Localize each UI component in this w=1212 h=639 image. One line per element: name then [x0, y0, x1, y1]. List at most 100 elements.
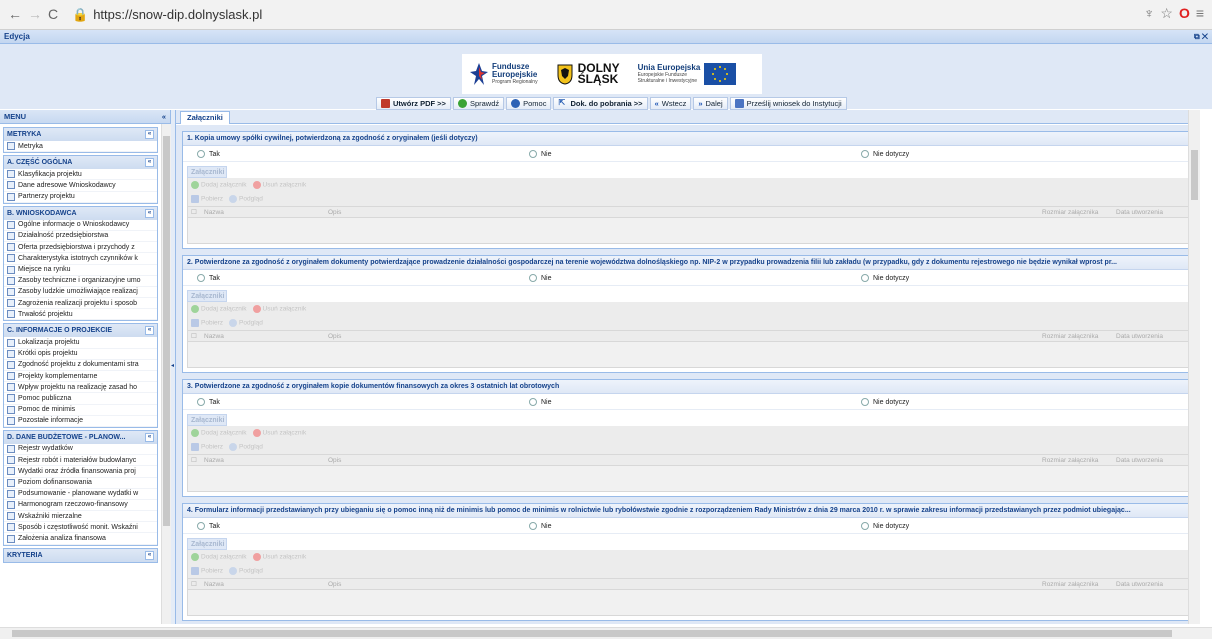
sidebar-item[interactable]: Poziom dofinansowania — [4, 478, 157, 489]
horizontal-scrollbar[interactable] — [0, 627, 1212, 639]
column-name[interactable]: Nazwa — [204, 207, 224, 218]
radio-circle-icon[interactable] — [861, 274, 869, 282]
sidebar-item[interactable]: Projekty komplementarne — [4, 371, 157, 383]
add-attachment-button[interactable]: Dodaj załącznik — [191, 429, 247, 437]
sidebar-item[interactable]: Sposób i częstotliwość monit. Wskaźni — [4, 522, 157, 534]
sidebar-section-title[interactable]: B. WNIOSKODAWCA « — [4, 206, 157, 220]
radio-circle-icon[interactable] — [861, 522, 869, 530]
radio-circle-icon[interactable] — [197, 150, 205, 158]
column-description[interactable]: Opis — [328, 207, 341, 218]
remove-attachment-button[interactable]: Usuń załącznik — [252, 181, 306, 189]
remove-attachment-button[interactable]: Usuń załącznik — [252, 553, 306, 561]
sidebar-item[interactable]: Klasyfikacja projektu — [4, 169, 157, 181]
column-date[interactable]: Data utworzenia — [1116, 455, 1163, 466]
sidebar-item[interactable]: Lokalizacja projektu — [4, 337, 157, 349]
sidebar-section-title[interactable]: METRYKA « — [4, 128, 157, 141]
attachments-subtab[interactable]: Załączniki — [187, 414, 227, 426]
sidebar-item[interactable]: Zgodność projektu z dokumentami stra — [4, 360, 157, 371]
sidebar-item[interactable]: Pomoc publiczna — [4, 393, 157, 405]
splitter-arrow-icon[interactable]: ◂ — [171, 362, 174, 369]
sidebar-item[interactable]: Pomoc de minimis — [4, 405, 157, 416]
radio-yes[interactable]: Tak — [197, 522, 220, 530]
sidebar-item[interactable]: Krótki opis projektu — [4, 349, 157, 360]
download-attachment-button[interactable]: Pobierz — [191, 443, 223, 451]
check-button[interactable]: Sprawdź — [452, 96, 505, 110]
section-toggle-icon[interactable]: « — [145, 326, 154, 336]
add-attachment-button[interactable]: Dodaj załącznik — [191, 553, 247, 561]
radio-circle-icon[interactable] — [861, 150, 869, 158]
radio-no[interactable]: Nie — [529, 398, 552, 406]
download-attachment-button[interactable]: Pobierz — [191, 319, 223, 327]
radio-circle-icon[interactable] — [197, 522, 205, 530]
radio-yes[interactable]: Tak — [197, 150, 220, 158]
sidebar-section-title[interactable]: KRYTERIA « — [4, 548, 157, 562]
attachments-subtab[interactable]: Załączniki — [187, 538, 227, 550]
sidebar-item[interactable]: Rejestr robót i materiałów budowlanyc — [4, 455, 157, 467]
radio-yes[interactable]: Tak — [197, 398, 220, 406]
radio-not-applicable[interactable]: Nie dotyczy — [861, 150, 909, 158]
preview-attachment-button[interactable]: Podgląd — [229, 567, 263, 575]
download-attachment-button[interactable]: Pobierz — [191, 195, 223, 203]
radio-circle-icon[interactable] — [197, 274, 205, 282]
sidebar-item[interactable]: Trwałość projektu — [4, 309, 157, 321]
column-size[interactable]: Rozmiar załącznika — [1042, 331, 1098, 342]
column-name[interactable]: Nazwa — [204, 455, 224, 466]
radio-not-applicable[interactable]: Nie dotyczy — [861, 274, 909, 282]
column-name[interactable]: Nazwa — [204, 331, 224, 342]
column-description[interactable]: Opis — [328, 579, 341, 590]
sidebar-item[interactable]: Wskaźniki mierzalne — [4, 511, 157, 523]
column-description[interactable]: Opis — [328, 331, 341, 342]
column-date[interactable]: Data utworzenia — [1116, 207, 1163, 218]
column-name[interactable]: Nazwa — [204, 579, 224, 590]
sidebar-scroll-thumb[interactable] — [163, 136, 170, 526]
radio-no[interactable]: Nie — [529, 150, 552, 158]
sidebar-scrollbar[interactable] — [161, 124, 171, 624]
radio-yes[interactable]: Tak — [197, 274, 220, 282]
extension-icon[interactable]: ♆ — [1144, 5, 1155, 22]
section-toggle-icon[interactable]: « — [145, 432, 154, 442]
add-attachment-button[interactable]: Dodaj załącznik — [191, 305, 247, 313]
back-button[interactable]: «Wstecz — [649, 96, 692, 110]
next-button[interactable]: » Dalej — [693, 96, 728, 110]
sidebar-item[interactable]: Zagrożenia realizacji projektu i sposob — [4, 298, 157, 310]
column-date[interactable]: Data utworzenia — [1116, 579, 1163, 590]
sidebar-item[interactable]: Ogólne informacje o Wnioskodawcy — [4, 220, 157, 231]
radio-not-applicable[interactable]: Nie dotyczy — [861, 398, 909, 406]
radio-circle-icon[interactable] — [529, 398, 537, 406]
radio-no[interactable]: Nie — [529, 522, 552, 530]
radio-no[interactable]: Nie — [529, 274, 552, 282]
sidebar-item[interactable]: Wydatki oraz źródła finansowania proj — [4, 466, 157, 478]
sidebar-item[interactable]: Dane adresowe Wnioskodawcy — [4, 180, 157, 192]
sidebar-section-title[interactable]: A. CZĘŚĆ OGÓLNA « — [4, 156, 157, 170]
sidebar-item[interactable]: Harmonogram rzeczowo-finansowy — [4, 500, 157, 512]
section-toggle-icon[interactable]: « — [145, 130, 154, 139]
main-scroll-thumb[interactable] — [1191, 150, 1198, 200]
sidebar-section-title[interactable]: D. DANE BUDŻETOWE - PLANOW... « — [4, 430, 157, 444]
back-icon[interactable]: ← — [8, 6, 22, 22]
download-docs-button[interactable]: ⇱ Dok. do pobrania >> — [553, 96, 648, 110]
forward-icon[interactable]: → — [28, 6, 42, 22]
main-scrollbar[interactable] — [1188, 110, 1200, 624]
preview-attachment-button[interactable]: Podgląd — [229, 319, 263, 327]
select-all-checkbox[interactable]: ☐ — [191, 207, 197, 218]
remove-attachment-button[interactable]: Usuń załącznik — [252, 305, 306, 313]
bookmark-star-icon[interactable]: ☆ — [1160, 5, 1173, 22]
attachments-subtab[interactable]: Załączniki — [187, 290, 227, 302]
remove-attachment-button[interactable]: Usuń załącznik — [252, 429, 306, 437]
preview-attachment-button[interactable]: Podgląd — [229, 195, 263, 203]
sidebar-item[interactable]: Zasoby ludzkie umożliwiające realizacj — [4, 287, 157, 299]
select-all-checkbox[interactable]: ☐ — [191, 331, 197, 342]
add-attachment-button[interactable]: Dodaj załącznik — [191, 181, 247, 189]
download-attachment-button[interactable]: Pobierz — [191, 567, 223, 575]
sidebar-item[interactable]: Charakterystyka istotnych czynników k — [4, 253, 157, 265]
select-all-checkbox[interactable]: ☐ — [191, 579, 197, 590]
radio-not-applicable[interactable]: Nie dotyczy — [861, 522, 909, 530]
reload-icon[interactable]: C — [48, 6, 58, 22]
attachments-subtab[interactable]: Załączniki — [187, 166, 227, 178]
sidebar-item[interactable]: Miejsce na rynku — [4, 265, 157, 276]
sidebar-item[interactable]: Podsumowanie - planowane wydatki w — [4, 489, 157, 500]
column-size[interactable]: Rozmiar załącznika — [1042, 455, 1098, 466]
radio-circle-icon[interactable] — [529, 274, 537, 282]
preview-attachment-button[interactable]: Podgląd — [229, 443, 263, 451]
column-date[interactable]: Data utworzenia — [1116, 331, 1163, 342]
